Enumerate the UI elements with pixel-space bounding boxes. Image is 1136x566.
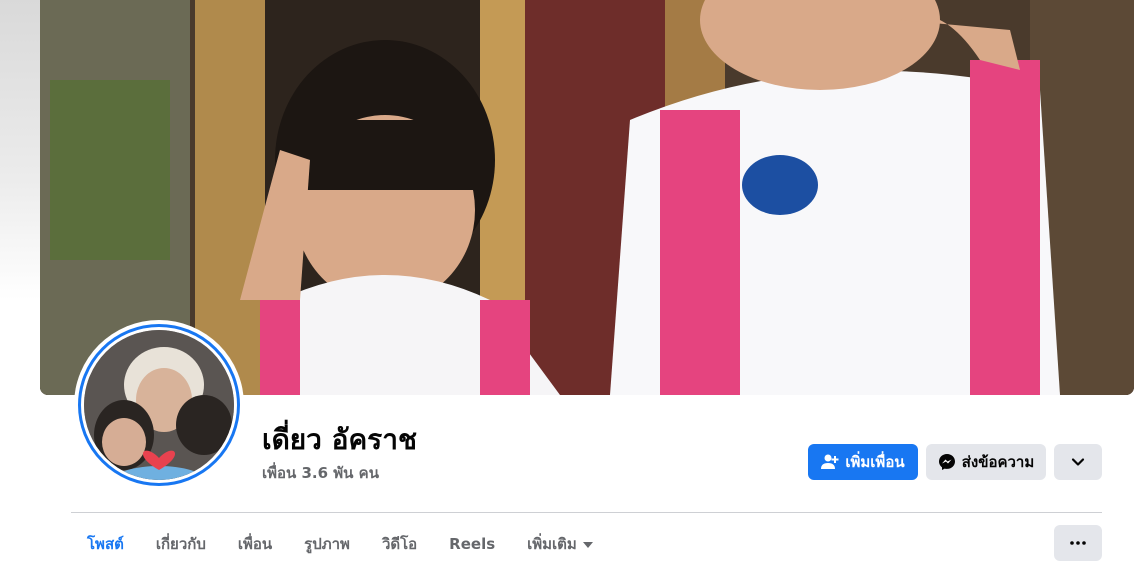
tab-label: เพื่อน [237,534,273,553]
tab-label: เพิ่มเติม [527,534,577,553]
add-friend-button[interactable]: เพิ่มเพื่อน [808,444,918,480]
friend-count[interactable]: เพื่อน 3.6 พัน คน [262,461,379,485]
tab-posts[interactable]: โพสต์ [71,521,140,566]
tab-more[interactable]: เพิ่มเติม [511,521,609,566]
tab-label: โพสต์ [87,534,124,553]
page-edge-shadow [0,0,40,300]
chevron-down-icon [1071,455,1085,469]
tab-label: เกี่ยวกับ [155,534,206,553]
tab-friends[interactable]: เพื่อน [222,521,288,566]
avatar [84,330,234,480]
add-friend-label: เพิ่มเพื่อน [845,453,905,471]
person-plus-icon [821,453,839,471]
tabs-more-options-button[interactable] [1054,525,1102,561]
tab-photos[interactable]: รูปภาพ [288,521,366,566]
profile-tabs: โพสต์ เกี่ยวกับ เพื่อน รูปภาพ วิดีโอ Ree… [71,521,609,566]
tab-videos[interactable]: วิดีโอ [366,521,433,566]
tab-about[interactable]: เกี่ยวกับ [140,521,222,566]
story-ring [78,324,240,486]
tab-label: รูปภาพ [304,534,350,553]
ellipsis-icon [1070,541,1086,545]
profile-name: เดี่ยว อัคราช [262,423,417,456]
profile-more-button[interactable] [1054,444,1102,480]
message-button[interactable]: ส่งข้อความ [926,444,1046,480]
messenger-icon [938,453,956,471]
tab-label: Reels [449,534,496,553]
tab-reels[interactable]: Reels [433,521,511,566]
profile-avatar[interactable] [74,320,244,490]
message-label: ส่งข้อความ [961,453,1035,471]
header-divider [71,512,1102,513]
caret-down-icon [582,535,593,553]
tab-label: วิดีโอ [381,534,418,553]
